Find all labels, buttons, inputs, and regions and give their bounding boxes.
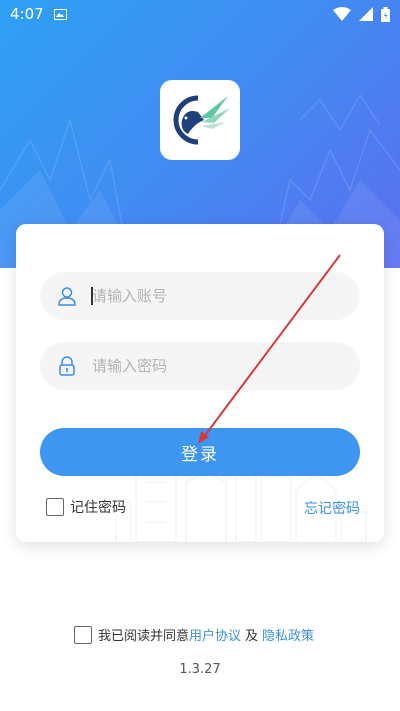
login-button[interactable]: 登录	[40, 428, 360, 476]
agreement-prefix: 我已阅读并同意	[98, 629, 190, 644]
user-icon	[56, 285, 78, 307]
agreement-conjunction: 及	[245, 629, 259, 644]
signal-icon	[359, 7, 373, 21]
password-input[interactable]	[92, 357, 332, 375]
wifi-icon	[333, 7, 351, 21]
image-icon	[53, 8, 67, 20]
remember-password[interactable]: 记住密码	[40, 497, 126, 517]
status-time: 4:07	[10, 5, 44, 23]
privacy-policy-link[interactable]: 隐私政策	[262, 625, 314, 644]
remember-checkbox[interactable]	[46, 498, 64, 516]
agreement-row: 我已阅读并同意 用户协议 及 隐私政策	[74, 625, 314, 644]
battery-icon	[381, 6, 390, 22]
password-field[interactable]	[40, 342, 360, 390]
remember-label: 记住密码	[70, 500, 126, 516]
agreement-checkbox[interactable]	[74, 625, 92, 644]
forgot-password-link[interactable]: 忘记密码	[304, 498, 360, 518]
app-logo	[160, 80, 240, 160]
status-bar: 4:07	[0, 0, 400, 28]
lock-icon	[56, 355, 78, 377]
login-card: 登录 记住密码 忘记密码	[16, 224, 384, 542]
bird-logo-icon	[173, 95, 230, 145]
app-version: 1.3.27	[179, 662, 221, 677]
account-input[interactable]	[92, 287, 332, 305]
account-field[interactable]	[40, 272, 360, 320]
text-cursor	[91, 287, 93, 305]
user-agreement-link[interactable]: 用户协议	[189, 625, 241, 644]
